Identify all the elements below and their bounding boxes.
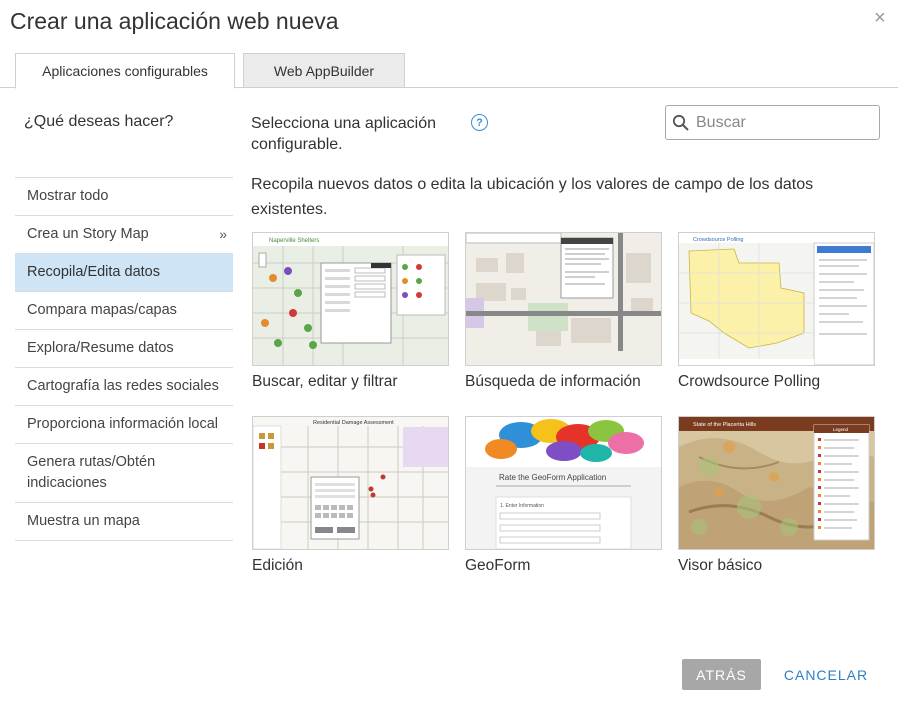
app-card-editing[interactable]: Residential Damage Assessment Edición <box>252 416 449 575</box>
search-input[interactable] <box>696 113 876 132</box>
category-collect-edit[interactable]: Recopila/Edita datos <box>15 254 233 292</box>
thumb-legend-title: Legend <box>833 427 849 432</box>
app-card-label: Edición <box>252 557 303 574</box>
app-thumbnail: State of the Placerita Hills Legend <box>678 416 875 550</box>
app-thumbnail: Residential Damage Assessment <box>252 416 449 550</box>
app-card-info-lookup[interactable]: Búsqueda de información <box>465 232 662 391</box>
dialog-title: Crear una aplicación web nueva <box>10 8 339 34</box>
tab-web-appbuilder[interactable]: Web AppBuilder <box>243 53 405 88</box>
category-story-map[interactable]: Crea un Story Map » <box>15 216 233 254</box>
app-card-label: Buscar, editar y filtrar <box>252 373 398 390</box>
thumb-title: Crowdsource Polling <box>693 237 743 243</box>
category-show-map[interactable]: Muestra un mapa <box>15 503 233 541</box>
thumb-title: Residential Damage Assessment <box>313 420 394 426</box>
category-explore-data[interactable]: Explora/Resume datos <box>15 330 233 368</box>
category-local-info[interactable]: Proporciona información local <box>15 406 233 444</box>
category-label: Compara mapas/capas <box>27 302 177 318</box>
category-description: Recopila nuevos datos o edita la ubicaci… <box>251 176 814 218</box>
category-label: Muestra un mapa <box>27 513 140 529</box>
category-label: Genera rutas/Obtén indicaciones <box>27 454 156 491</box>
app-thumbnail: Rate the GeoForm Application 1. Enter In… <box>465 416 662 550</box>
category-label: Proporciona información local <box>27 416 219 432</box>
tab-bar: Aplicaciones configurables Web AppBuilde… <box>0 53 898 89</box>
help-icon[interactable]: ? <box>471 114 488 131</box>
category-social-media[interactable]: Cartografía las redes sociales <box>15 368 233 406</box>
select-app-label: Selecciona una aplicación configurable. <box>251 115 437 153</box>
category-list: Mostrar todo Crea un Story Map » Recopila… <box>15 177 233 541</box>
app-card-search-edit-filter[interactable]: Naperville Shelters Buscar, editar y fil… <box>252 232 449 391</box>
close-icon[interactable]: × <box>874 8 886 28</box>
thumb-title: Naperville Shelters <box>269 238 319 244</box>
app-thumbnail: Naperville Shelters <box>252 232 449 366</box>
app-card-label: Crowdsource Polling <box>678 373 821 390</box>
app-card-label: GeoForm <box>465 557 531 574</box>
category-label: Crea un Story Map <box>27 226 149 242</box>
app-card-basic-viewer[interactable]: State of the Placerita Hills Legend Viso… <box>678 416 875 575</box>
category-show-all[interactable]: Mostrar todo <box>15 178 233 216</box>
category-directions[interactable]: Genera rutas/Obtén indicaciones <box>15 444 233 503</box>
app-card-label: Búsqueda de información <box>465 373 641 390</box>
category-label: Mostrar todo <box>27 188 109 204</box>
app-card-geoform[interactable]: Rate the GeoForm Application 1. Enter In… <box>465 416 662 575</box>
thumb-field-label: 1. Enter Information <box>500 503 544 509</box>
app-card-label: Visor básico <box>678 557 763 574</box>
cancel-button[interactable]: CANCELAR <box>782 659 870 690</box>
category-compare-maps[interactable]: Compara mapas/capas <box>15 292 233 330</box>
sidebar-question: ¿Qué deseas hacer? <box>24 113 174 130</box>
app-thumbnail <box>465 232 662 366</box>
back-button[interactable]: ATRÁS <box>682 659 761 690</box>
thumb-title: Rate the GeoForm Application <box>499 473 606 482</box>
search-box <box>665 105 880 140</box>
thumb-title: State of the Placerita Hills <box>693 422 756 428</box>
search-icon <box>672 114 689 131</box>
app-card-crowdsource-polling[interactable]: Crowdsource Polling Crowdsource Polling <box>678 232 875 391</box>
chevron-right-icon: » <box>219 226 227 242</box>
category-label: Cartografía las redes sociales <box>27 378 219 394</box>
tab-configurable-apps[interactable]: Aplicaciones configurables <box>15 53 235 89</box>
app-thumbnail: Crowdsource Polling <box>678 232 875 366</box>
category-label: Recopila/Edita datos <box>27 264 160 280</box>
category-label: Explora/Resume datos <box>27 340 174 356</box>
